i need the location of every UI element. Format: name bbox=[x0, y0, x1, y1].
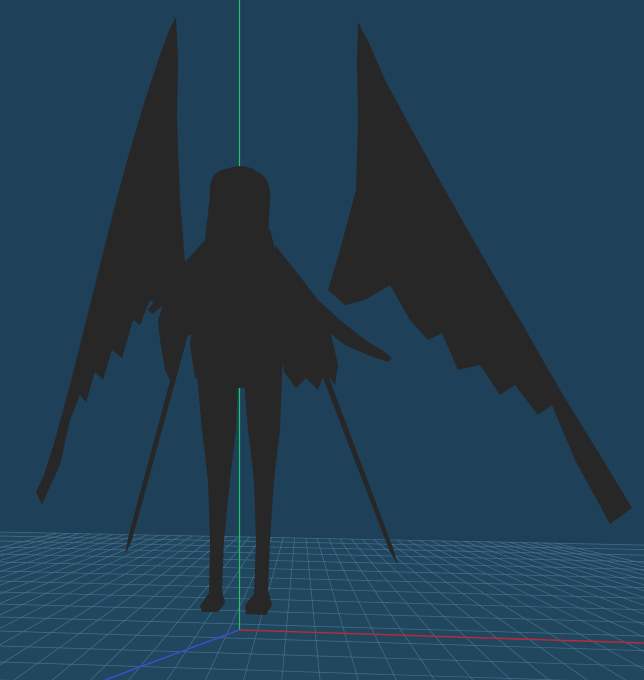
head[interactable] bbox=[210, 166, 270, 230]
viewport-canvas[interactable] bbox=[0, 0, 644, 680]
floor-grid bbox=[0, 531, 644, 680]
3d-viewport[interactable] bbox=[0, 0, 644, 680]
